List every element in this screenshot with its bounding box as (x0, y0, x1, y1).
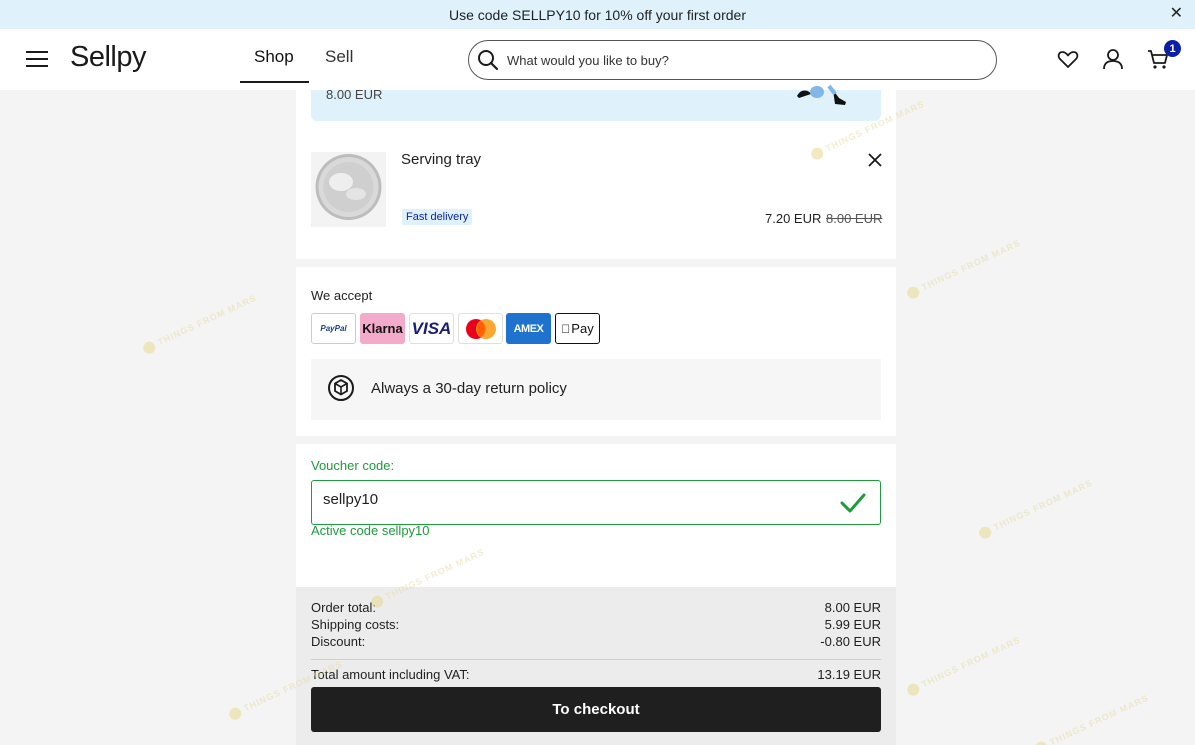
apple-pay-label: Pay (566, 321, 593, 336)
klarna-label: Klarna (362, 321, 403, 336)
summary-value: -0.80 EUR (820, 634, 881, 649)
tab-shop[interactable]: Shop (240, 47, 309, 83)
summary-row: Discount: -0.80 EUR (311, 634, 881, 649)
heart-icon[interactable] (1056, 47, 1080, 71)
remove-item-icon[interactable] (866, 151, 884, 169)
summary-value: 8.00 EUR (824, 600, 881, 615)
paypal-label: PayPal (320, 324, 347, 333)
previous-item-banner: 8.00 EUR (311, 84, 881, 121)
promo-text: Use code SELLPY10 for 10% off your first… (448, 6, 746, 23)
voucher-field[interactable] (311, 480, 881, 525)
summary-row: Order total: 8.00 EUR (311, 600, 881, 615)
return-policy-icon (328, 375, 354, 401)
tab-label: Shop (254, 47, 294, 66)
search-bar[interactable] (468, 40, 997, 80)
shoes-illustration (797, 84, 846, 105)
watermark: THINGS FROM MARS (905, 237, 1023, 301)
close-icon[interactable]: ✕ (1170, 5, 1183, 23)
fast-delivery-badge: Fast delivery (402, 209, 473, 225)
return-policy-text: Always a 30-day return policy (371, 380, 567, 397)
checkout-button[interactable]: To checkout (311, 687, 881, 732)
apple-icon:  (561, 322, 570, 336)
visa-label: VISA (411, 318, 452, 338)
watermark-text: THINGS FROM MARS (155, 292, 259, 348)
promo-bar: Use code SELLPY10 for 10% off your first… (0, 0, 1195, 29)
discounted-price: 7.20 EUR (765, 211, 822, 226)
amex-label: AMEX (513, 322, 544, 335)
mastercard-icon (465, 318, 496, 339)
voucher-label: Voucher code: (311, 458, 395, 473)
visa-logo: VISA (409, 313, 454, 344)
original-price: 8.00 EUR (826, 211, 883, 226)
watermark: THINGS FROM MARS (905, 634, 1023, 698)
cart-count-badge: 1 (1164, 40, 1181, 57)
voucher-status: Active code sellpy10 (311, 523, 430, 538)
klarna-logo: Klarna (360, 313, 405, 344)
product-title[interactable]: Serving tray (401, 151, 481, 168)
user-icon[interactable] (1101, 47, 1125, 71)
summary-total-row: Total amount including VAT: 13.19 EUR (311, 667, 881, 682)
voucher-input[interactable] (323, 491, 823, 508)
site-header: Sellpy Shop Sell 1 (0, 29, 1195, 90)
checkout-label: To checkout (552, 701, 640, 718)
watermark: THINGS FROM MARS (141, 292, 259, 356)
tab-sell[interactable]: Sell (311, 47, 367, 83)
tab-label: Sell (325, 47, 354, 66)
tray-image (311, 152, 386, 227)
search-input[interactable] (507, 52, 947, 68)
amex-logo: AMEX (506, 313, 551, 344)
check-icon (840, 493, 866, 513)
watermark-text: THINGS FROM MARS (1047, 692, 1151, 745)
product-image[interactable] (311, 152, 386, 227)
apple-pay-logo:  Pay (555, 313, 600, 344)
banner-price: 8.00 EUR (326, 87, 383, 102)
watermark-text: THINGS FROM MARS (919, 237, 1023, 293)
total-value: 13.19 EUR (817, 667, 881, 682)
watermark: THINGS FROM MARS (977, 477, 1095, 541)
return-policy-box: Always a 30-day return policy (311, 359, 881, 420)
menu-icon[interactable] (26, 50, 48, 68)
summary-label: Shipping costs: (311, 617, 400, 632)
summary-value: 5.99 EUR (824, 617, 881, 632)
summary-divider (311, 659, 881, 660)
payments-title: We accept (311, 288, 373, 303)
watermark-text: THINGS FROM MARS (991, 477, 1095, 533)
summary-row: Shipping costs: 5.99 EUR (311, 617, 881, 632)
summary-label: Order total: (311, 600, 377, 615)
paypal-logo: PayPal (311, 313, 356, 344)
summary-label: Discount: (311, 634, 366, 649)
logo[interactable]: Sellpy (70, 41, 147, 74)
search-icon (478, 50, 499, 71)
watermark-text: THINGS FROM MARS (919, 634, 1023, 690)
mastercard-logo (458, 313, 503, 344)
watermark: THINGS FROM MARS (1033, 692, 1150, 745)
